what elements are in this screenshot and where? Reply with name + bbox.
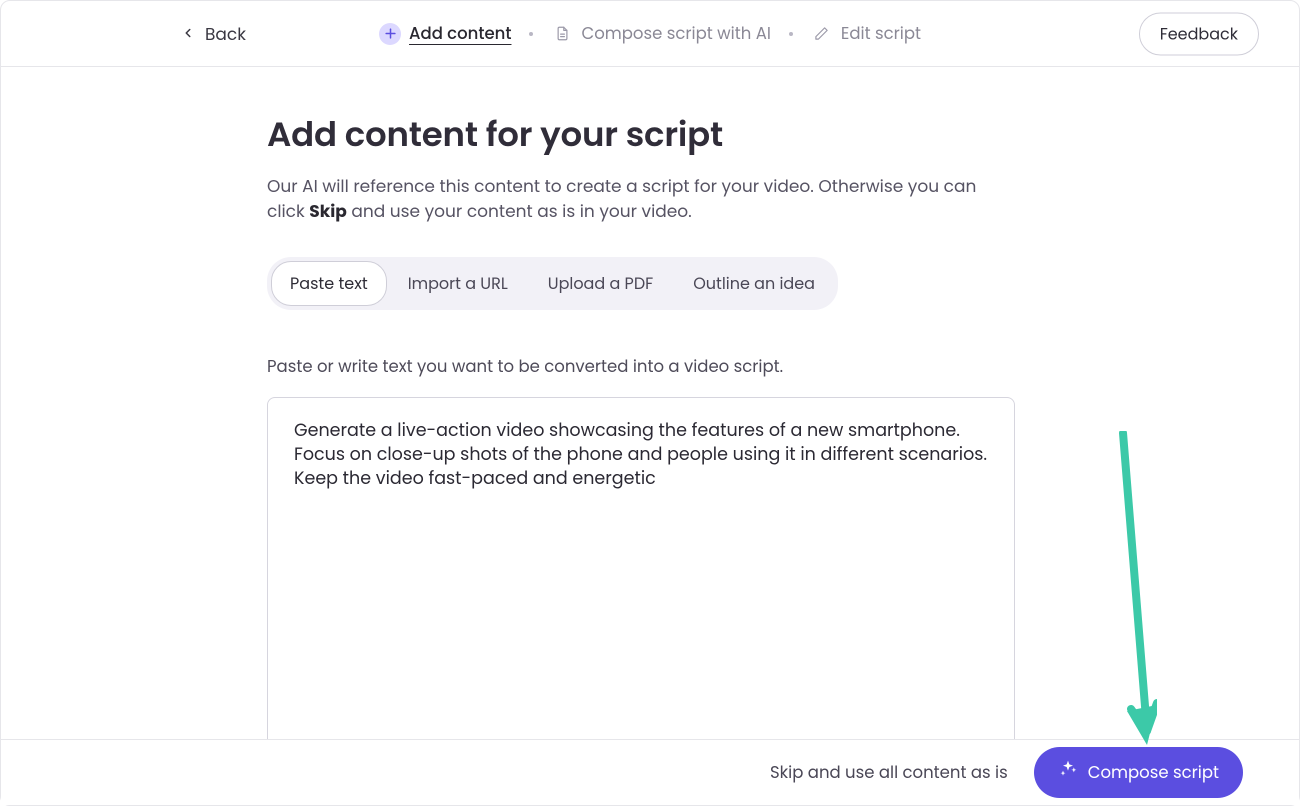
tab-paste-text[interactable]: Paste text (271, 261, 387, 306)
step-label: Compose script with AI (581, 21, 770, 46)
main-content: Add content for your script Our AI will … (1, 67, 1015, 777)
footer-bar: Skip and use all content as is Compose s… (1, 739, 1299, 805)
compose-label: Compose script (1088, 760, 1219, 785)
skip-link[interactable]: Skip and use all content as is (770, 760, 1008, 785)
compose-script-button[interactable]: Compose script (1034, 747, 1243, 798)
plus-icon (379, 23, 401, 45)
page-subtitle: Our AI will reference this content to cr… (267, 174, 1015, 223)
back-button[interactable]: Back (181, 21, 246, 47)
content-textarea[interactable] (294, 420, 988, 754)
tab-import-url[interactable]: Import a URL (389, 261, 527, 306)
content-textarea-wrap (267, 397, 1015, 777)
step-label: Add content (409, 21, 511, 46)
header: Back Add content Compose script with AI … (1, 1, 1299, 67)
tab-upload-pdf[interactable]: Upload a PDF (529, 261, 672, 306)
subtitle-part: and use your content as is in your video… (347, 199, 692, 223)
steps-nav: Add content Compose script with AI Edit … (379, 21, 921, 46)
pencil-icon (811, 23, 833, 45)
chevron-left-icon (181, 21, 195, 47)
sparkle-icon (1058, 759, 1078, 786)
subtitle-bold: Skip (309, 199, 347, 223)
document-icon (551, 23, 573, 45)
step-add-content[interactable]: Add content (379, 21, 511, 46)
back-label: Back (205, 21, 246, 47)
annotation-arrow (1117, 431, 1157, 751)
instruction-text: Paste or write text you want to be conve… (267, 354, 1015, 379)
page-title: Add content for your script (267, 109, 1015, 160)
tab-outline-idea[interactable]: Outline an idea (674, 261, 834, 306)
step-separator-dot (789, 32, 793, 36)
step-label: Edit script (841, 21, 921, 46)
step-compose-ai[interactable]: Compose script with AI (551, 21, 770, 46)
step-edit-script[interactable]: Edit script (811, 21, 921, 46)
content-source-tabs: Paste text Import a URL Upload a PDF Out… (267, 257, 838, 310)
step-separator-dot (529, 32, 533, 36)
feedback-button[interactable]: Feedback (1139, 12, 1259, 55)
